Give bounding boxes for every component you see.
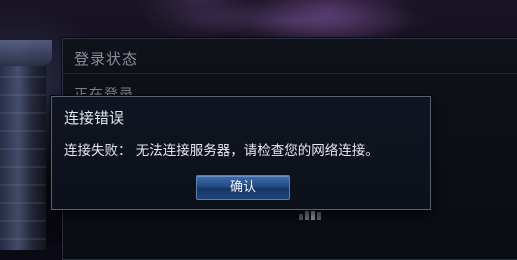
background-glow: [170, 0, 430, 40]
confirm-button[interactable]: 确认: [196, 175, 290, 200]
dialog-message: 连接失败： 无法连接服务器，请检查您的网络连接。: [64, 143, 379, 159]
loader-bar: [299, 214, 303, 220]
background-pillar: [0, 40, 46, 250]
dialog-title: 连接错误: [64, 109, 125, 127]
background-pillar-cap: [0, 40, 52, 66]
loader-bar: [305, 211, 309, 220]
login-status-title: 登录状态: [74, 50, 139, 68]
connection-error-dialog: 连接错误 连接失败： 无法连接服务器，请检查您的网络连接。 确认: [51, 96, 431, 210]
loader-bar: [317, 212, 321, 220]
login-status-divider: [63, 73, 517, 74]
